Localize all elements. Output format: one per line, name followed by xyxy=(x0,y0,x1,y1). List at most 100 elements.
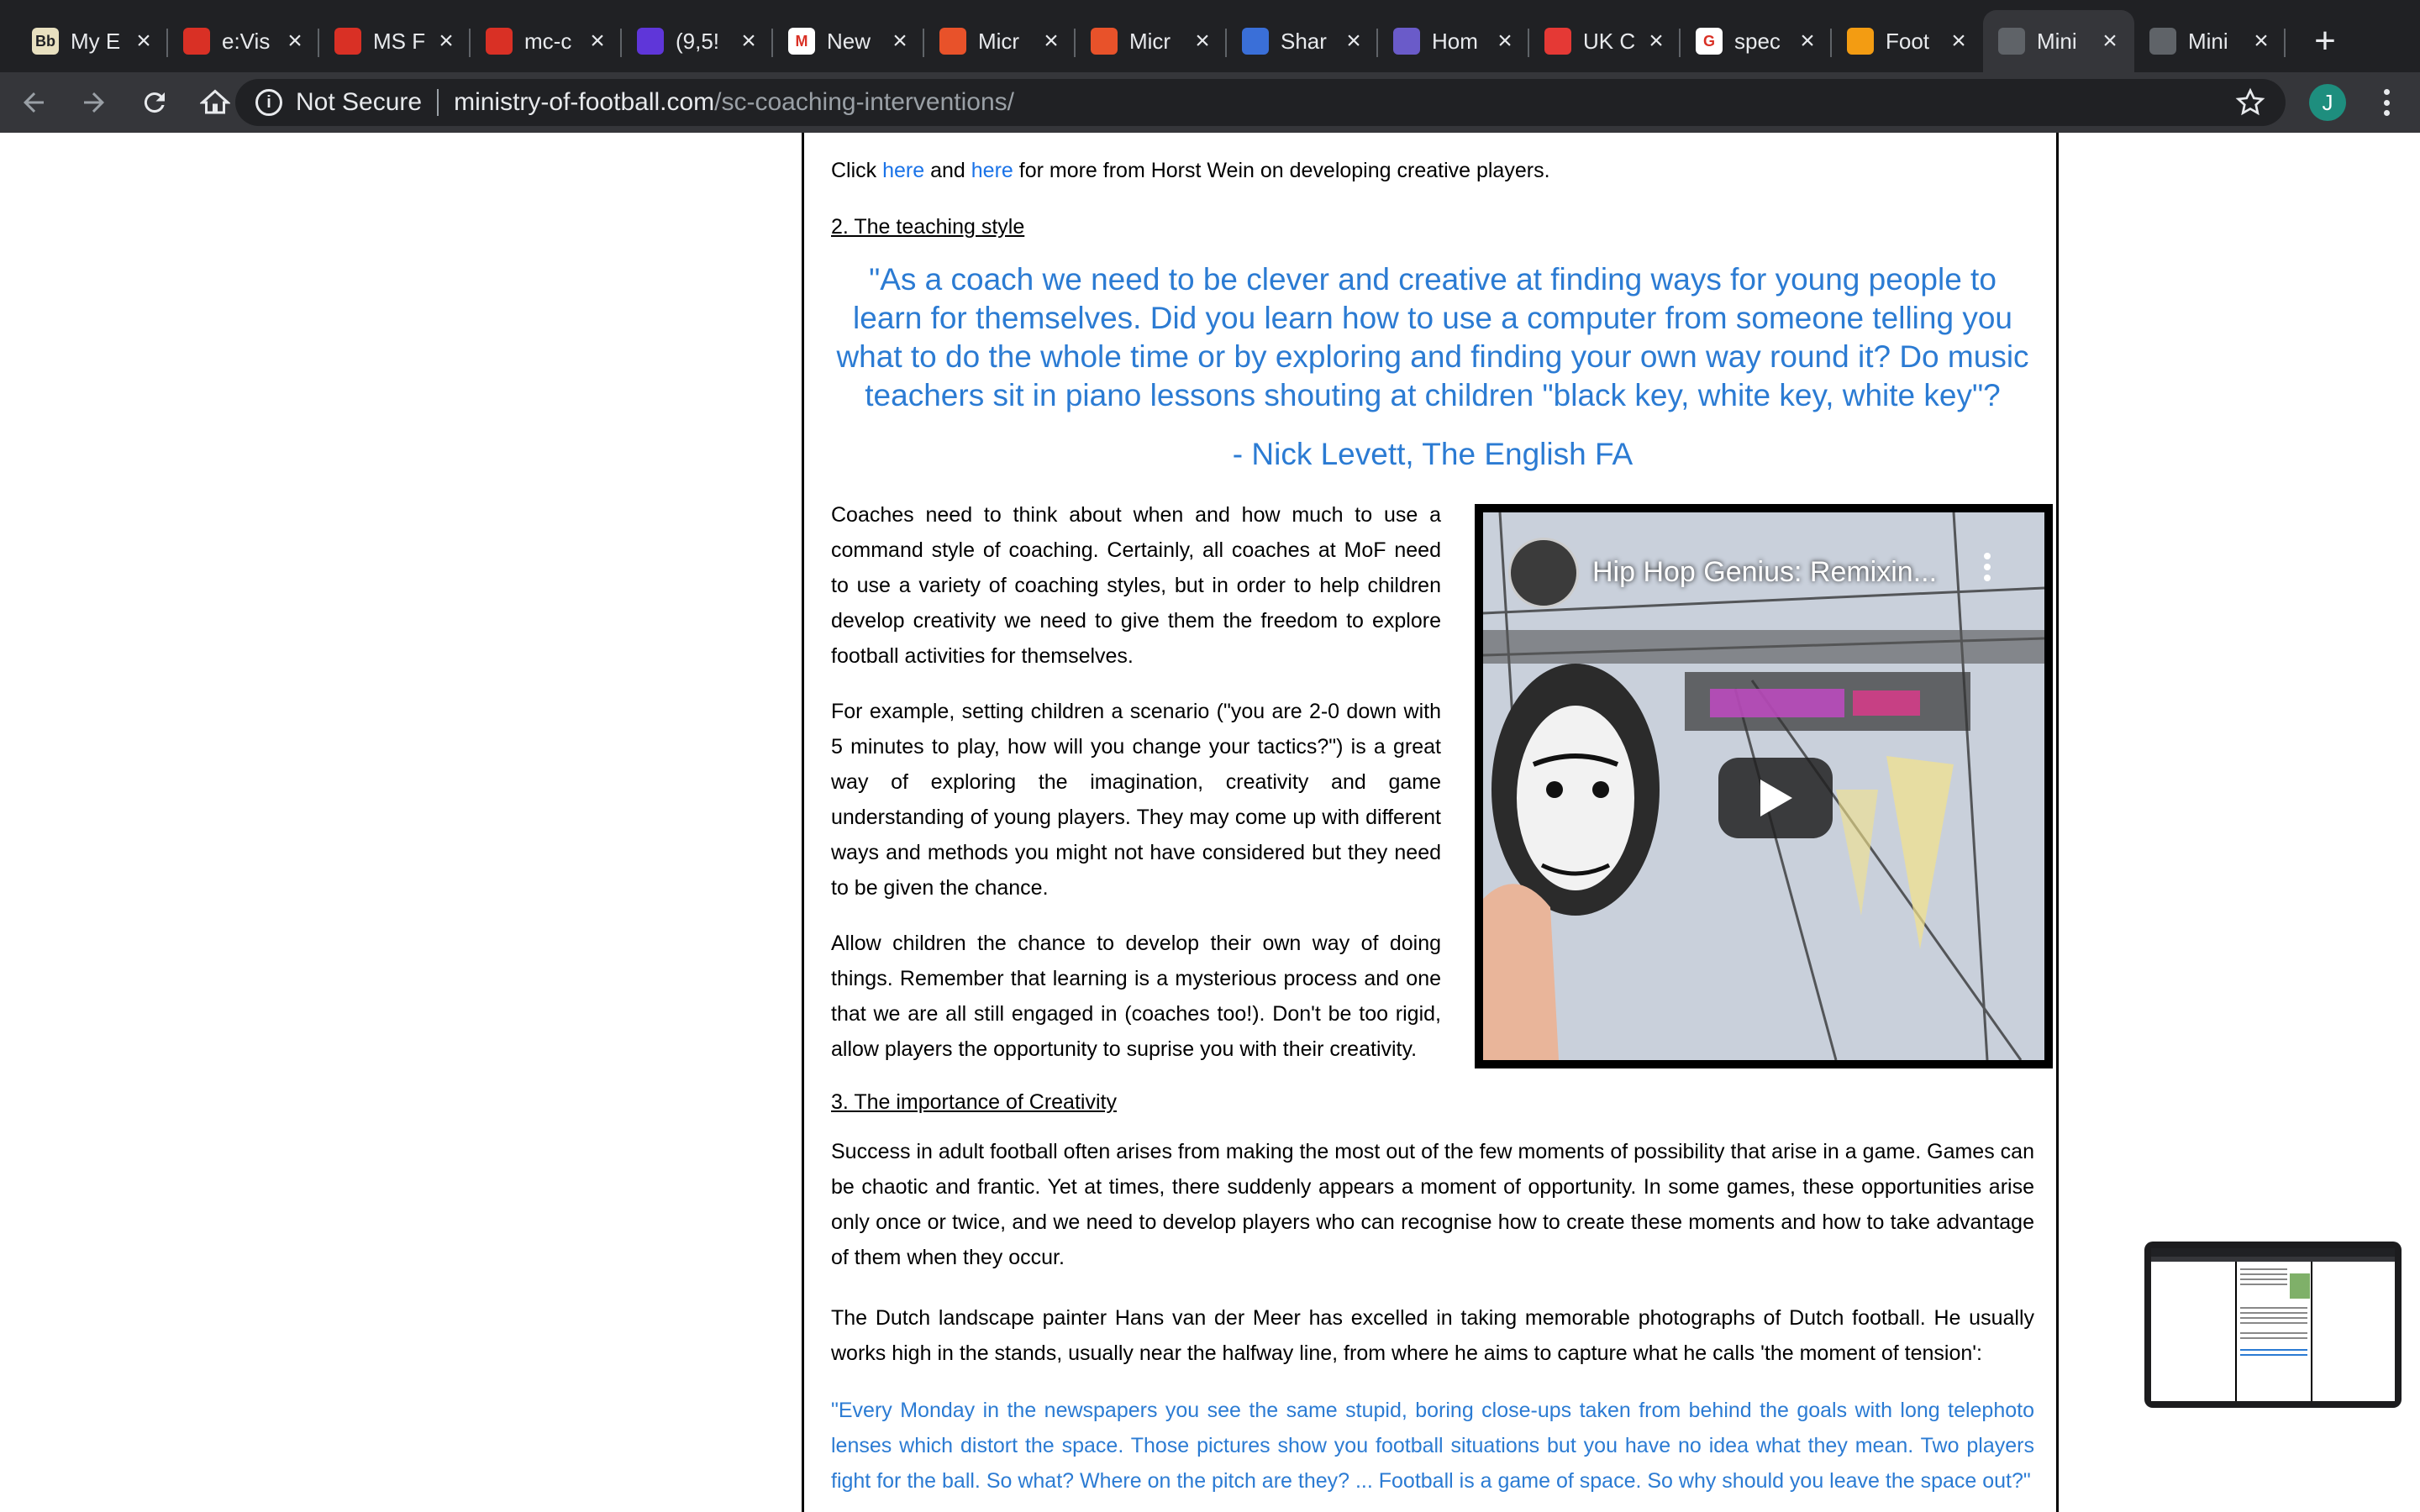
browser-tab[interactable]: Hom × xyxy=(1378,10,1529,72)
tab-close-icon[interactable]: × xyxy=(585,27,610,55)
back-button[interactable] xyxy=(7,76,60,129)
url-path: /sc-coaching-interventions/ xyxy=(714,88,1014,116)
reload-button[interactable] xyxy=(128,76,182,129)
tab-title: MS F xyxy=(373,28,426,54)
paragraph-hans-van-der-meer: The Dutch landscape painter Hans van der… xyxy=(831,1306,2034,1365)
tab-close-icon[interactable]: × xyxy=(1190,27,1215,55)
tab-title: UK C xyxy=(1583,28,1636,54)
tab-close-icon[interactable]: × xyxy=(1341,27,1366,55)
tab-close-icon[interactable]: × xyxy=(1644,27,1669,55)
intro-text-post: for more from Horst Wein on developing c… xyxy=(1013,159,1550,182)
tab-title: Mini xyxy=(2188,28,2228,54)
tab-close-icon[interactable]: × xyxy=(736,27,761,55)
omnibox-divider xyxy=(437,89,439,116)
browser-tab[interactable]: UK C × xyxy=(1529,10,1681,72)
tab-close-icon[interactable]: × xyxy=(1039,27,1064,55)
article-frame: Click here and here for more from Horst … xyxy=(802,133,2059,1512)
tab-title: Mini xyxy=(2037,28,2077,54)
browser-tab[interactable]: Foot × xyxy=(1832,10,1983,72)
paragraph-own-way: Allow children the chance to develop the… xyxy=(831,932,1441,1061)
video-thumbnail[interactable]: Hip Hop Genius: Remixin... xyxy=(1483,512,2044,1060)
play-icon xyxy=(1760,780,1792,816)
tab-title: Hom xyxy=(1432,28,1478,54)
tab-close-icon[interactable]: × xyxy=(887,27,913,55)
tab-close-icon[interactable]: × xyxy=(282,27,308,55)
browser-tab[interactable]: M New × xyxy=(773,10,924,72)
quote-attribution: - Nick Levett, The English FA xyxy=(1232,437,1634,471)
browser-tab[interactable]: Mini × xyxy=(1983,10,2134,72)
heading-teaching-style: 2. The teaching style xyxy=(831,215,1025,239)
tab-close-icon[interactable]: × xyxy=(131,27,156,55)
channel-avatar[interactable] xyxy=(1508,538,1579,608)
tab-favicon-icon xyxy=(1998,28,2025,55)
tab-favicon-icon xyxy=(334,28,361,55)
tab-title: Shar xyxy=(1281,28,1327,54)
tab-close-icon[interactable]: × xyxy=(2249,27,2274,55)
browser-tab[interactable]: Mini × xyxy=(2134,10,2286,72)
intro-paragraph: Click here and here for more from Horst … xyxy=(831,153,2034,188)
tab-favicon-icon xyxy=(1242,28,1269,55)
tab-favicon-icon xyxy=(1393,28,1420,55)
heading-importance-creativity: 3. The importance of Creativity xyxy=(831,1090,1117,1114)
tab-favicon-icon xyxy=(183,28,210,55)
browser-tab[interactable]: Micr × xyxy=(1076,10,1227,72)
paragraph-command-style: Coaches need to think about when and how… xyxy=(831,503,1441,668)
browser-menu-icon[interactable] xyxy=(2370,84,2403,121)
tab-favicon-icon: M xyxy=(788,28,815,55)
tab-strip: Bb My E × e:Vis × MS F × mc-c × (9,5! × M New × Micr × M… xyxy=(0,0,2420,72)
hans-van-der-meer-quote: "Every Monday in the newspapers you see … xyxy=(831,1399,2034,1493)
browser-tab[interactable]: MS F × xyxy=(319,10,471,72)
tab-title: Micr xyxy=(978,28,1020,54)
tab-title: (9,5! xyxy=(676,28,720,54)
browser-tab[interactable]: Shar × xyxy=(1227,10,1378,72)
tab-favicon-icon xyxy=(1544,28,1571,55)
browser-tab[interactable]: mc-c × xyxy=(471,10,622,72)
tab-close-icon[interactable]: × xyxy=(434,27,459,55)
url-host: ministry-of-football.com xyxy=(454,88,715,116)
preview-screen xyxy=(2151,1248,2395,1401)
horst-wein-link-1[interactable]: here xyxy=(882,159,924,182)
play-button[interactable] xyxy=(1718,758,1833,838)
picture-in-picture-preview[interactable] xyxy=(2144,1242,2402,1408)
teaching-style-text: Coaches need to think about when and how… xyxy=(831,497,1441,1067)
tab-favicon-icon xyxy=(637,28,664,55)
address-bar[interactable]: i Not Secure ministry-of-football.com /s… xyxy=(235,79,2286,126)
new-tab-button[interactable]: + xyxy=(2294,10,2356,72)
tab-favicon-icon xyxy=(2149,28,2176,55)
tab-close-icon[interactable]: × xyxy=(1795,27,1820,55)
horst-wein-link-2[interactable]: here xyxy=(971,159,1013,182)
forward-button[interactable] xyxy=(67,76,121,129)
video-more-icon[interactable] xyxy=(1984,553,1992,581)
browser-tab[interactable]: e:Vis × xyxy=(168,10,319,72)
reload-icon xyxy=(144,92,165,113)
intro-text-mid: and xyxy=(924,159,971,182)
preview-thumbnail xyxy=(2151,1248,2395,1401)
browser-toolbar: i Not Secure ministry-of-football.com /s… xyxy=(0,72,2420,133)
intro-text-pre: Click xyxy=(831,159,883,182)
tab-title: mc-c xyxy=(524,28,572,54)
tab-title: e:Vis xyxy=(222,28,271,54)
tab-title: My E xyxy=(71,28,121,54)
bookmark-star-icon[interactable] xyxy=(2235,87,2265,118)
tab-title: Micr xyxy=(1129,28,1171,54)
tab-favicon-icon: Bb xyxy=(32,28,59,55)
home-button[interactable] xyxy=(188,76,242,129)
back-arrow-icon xyxy=(24,92,44,113)
browser-tab[interactable]: Micr × xyxy=(924,10,1076,72)
browser-tab[interactable]: Gspec × xyxy=(1681,10,1832,72)
profile-avatar[interactable]: J xyxy=(2309,84,2346,121)
tab-close-icon[interactable]: × xyxy=(1946,27,1971,55)
home-icon xyxy=(200,89,230,114)
tab-favicon-icon xyxy=(1091,28,1118,55)
browser-tab[interactable]: (9,5! × xyxy=(622,10,773,72)
tab-favicon-icon: G xyxy=(1696,28,1723,55)
info-icon[interactable]: i xyxy=(255,89,282,116)
tab-close-icon[interactable]: × xyxy=(1492,27,1518,55)
video-embed[interactable]: Hip Hop Genius: Remixin... xyxy=(1475,504,2053,1068)
tab-close-icon[interactable]: × xyxy=(2097,27,2123,55)
browser-tab[interactable]: Bb My E × xyxy=(17,10,168,72)
tab-favicon-icon xyxy=(939,28,966,55)
tab-title: New xyxy=(827,28,871,54)
tab-favicon-icon xyxy=(486,28,513,55)
video-title[interactable]: Hip Hop Genius: Remixin... xyxy=(1592,556,1937,589)
